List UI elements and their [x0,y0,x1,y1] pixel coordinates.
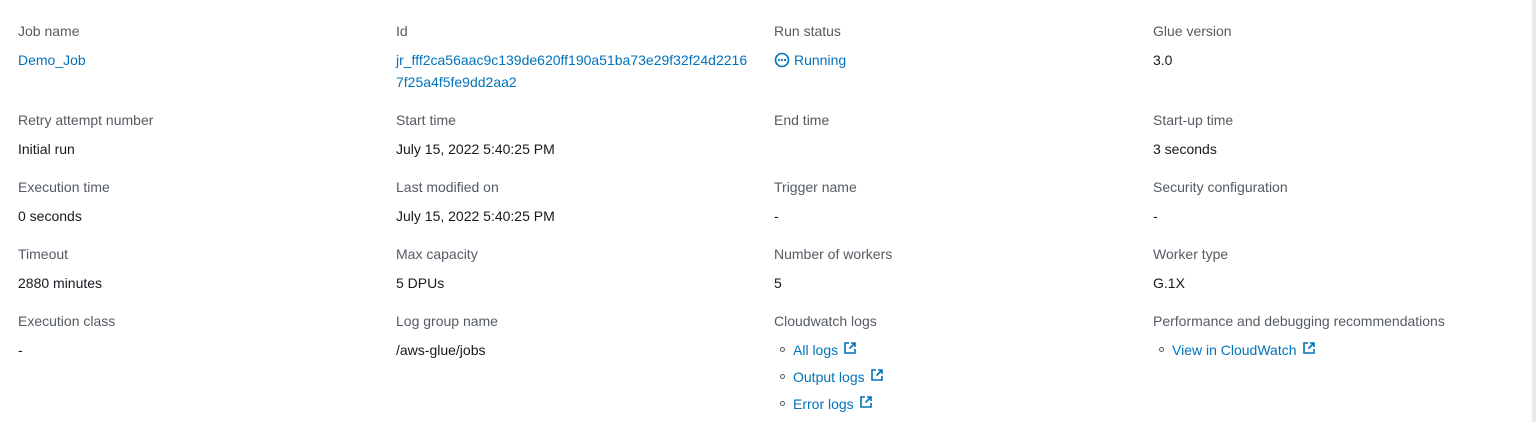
timeout-label: Timeout [18,246,69,262]
job-name-label: Job name [18,23,80,39]
vertical-scrollbar[interactable] [1532,0,1536,422]
in-progress-icon [774,52,790,68]
perf-debug-label: Performance and debugging recommendation… [1153,313,1445,329]
execution-class-label: Execution class [18,313,116,329]
error-logs-link[interactable]: Error logs [793,396,854,412]
list-item: View in CloudWatch [1159,336,1316,363]
view-in-cloudwatch-link[interactable]: View in CloudWatch [1172,342,1297,358]
external-link-icon[interactable] [870,368,884,385]
last-modified-value: July 15, 2022 5:40:25 PM [396,208,555,224]
timeout-value: 2880 minutes [18,275,103,291]
list-item: All logs [780,336,884,363]
external-link-icon[interactable] [1302,341,1316,358]
bullet-icon [1159,347,1164,352]
cloudwatch-logs-label: Cloudwatch logs [774,313,877,329]
start-time-label: Start time [396,112,456,128]
output-logs-link[interactable]: Output logs [793,369,865,385]
max-capacity-value: 5 DPUs [396,275,445,291]
end-time-label: End time [774,112,830,128]
security-config-value: - [1153,208,1158,224]
external-link-icon[interactable] [859,395,873,412]
id-link[interactable]: jr_fff2ca56aac9c139de620ff190a51ba73e29f… [396,52,747,90]
external-link-icon[interactable] [843,341,857,358]
execution-time-value: 0 seconds [18,208,82,224]
trigger-name-label: Trigger name [774,179,857,195]
bullet-icon [780,347,785,352]
glue-version-label: Glue version [1153,23,1232,39]
log-group-label: Log group name [396,313,498,329]
startup-time-value: 3 seconds [1153,141,1217,157]
num-workers-label: Number of workers [774,246,893,262]
execution-time-label: Execution time [18,179,110,195]
glue-version-value: 3.0 [1153,52,1173,68]
log-group-value: /aws-glue/jobs [396,342,486,358]
bullet-icon [780,374,785,379]
bullet-icon [780,401,785,406]
start-time-value: July 15, 2022 5:40:25 PM [396,141,555,157]
cloudwatch-logs-list: All logs Output logs Error logs [780,336,884,417]
execution-class-value: - [18,342,23,358]
max-capacity-label: Max capacity [396,246,478,262]
worker-type-label: Worker type [1153,246,1229,262]
retry-attempt-label: Retry attempt number [18,112,154,128]
worker-type-value: G.1X [1153,275,1185,291]
retry-attempt-value: Initial run [18,141,75,157]
all-logs-link[interactable]: All logs [793,342,838,358]
run-status-label: Run status [774,23,841,39]
job-run-details: Job name Demo_Job Id jr_fff2ca56aac9c139… [18,0,1530,422]
id-label: Id [396,23,408,39]
last-modified-label: Last modified on [396,179,499,195]
security-config-label: Security configuration [1153,179,1288,195]
run-status-value: Running [774,49,846,71]
list-item: Output logs [780,363,884,390]
job-name-link[interactable]: Demo_Job [18,52,86,68]
trigger-name-value: - [774,208,779,224]
perf-debug-list: View in CloudWatch [1159,336,1316,363]
list-item: Error logs [780,390,884,417]
run-status-text: Running [794,52,847,68]
startup-time-label: Start-up time [1153,112,1234,128]
